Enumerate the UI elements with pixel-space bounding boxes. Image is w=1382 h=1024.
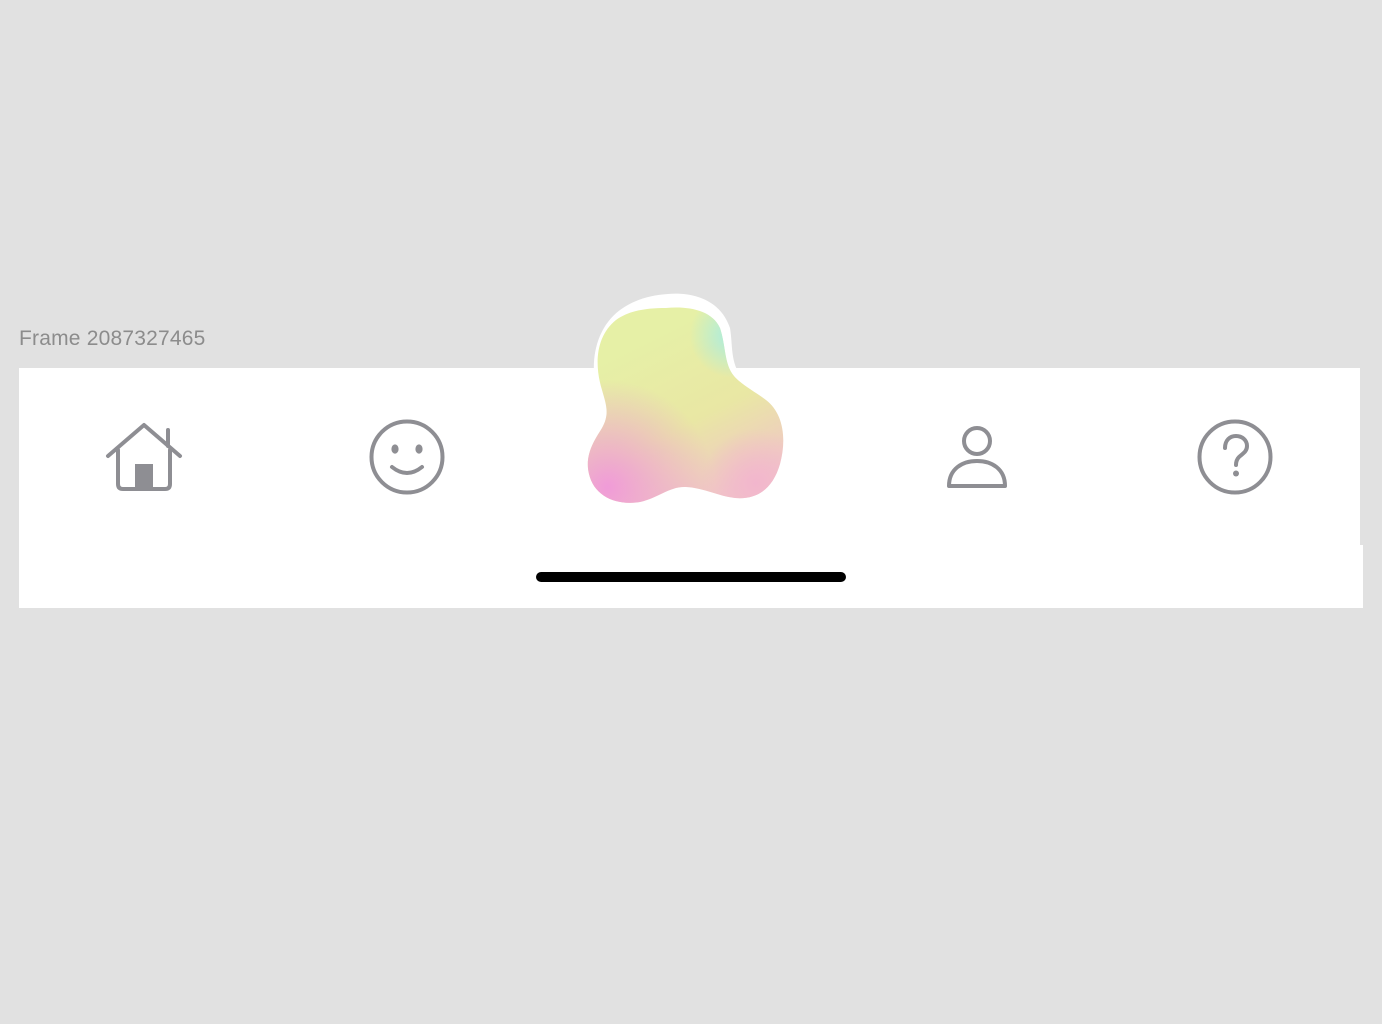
help-icon: [1197, 419, 1273, 495]
frame-label: Frame 2087327465: [19, 327, 206, 350]
tab-mood[interactable]: [368, 418, 446, 496]
home-indicator[interactable]: [536, 572, 846, 582]
tab-profile[interactable]: [944, 424, 1010, 490]
home-icon: [106, 423, 182, 491]
tab-center-blob[interactable]: [580, 288, 790, 510]
smiley-icon: [369, 419, 445, 495]
person-icon: [947, 426, 1007, 488]
gradient-blob-icon: [585, 293, 784, 508]
canvas: Frame 2087327465: [0, 0, 1382, 1024]
tab-help[interactable]: [1196, 418, 1274, 496]
tab-home[interactable]: [104, 420, 184, 494]
